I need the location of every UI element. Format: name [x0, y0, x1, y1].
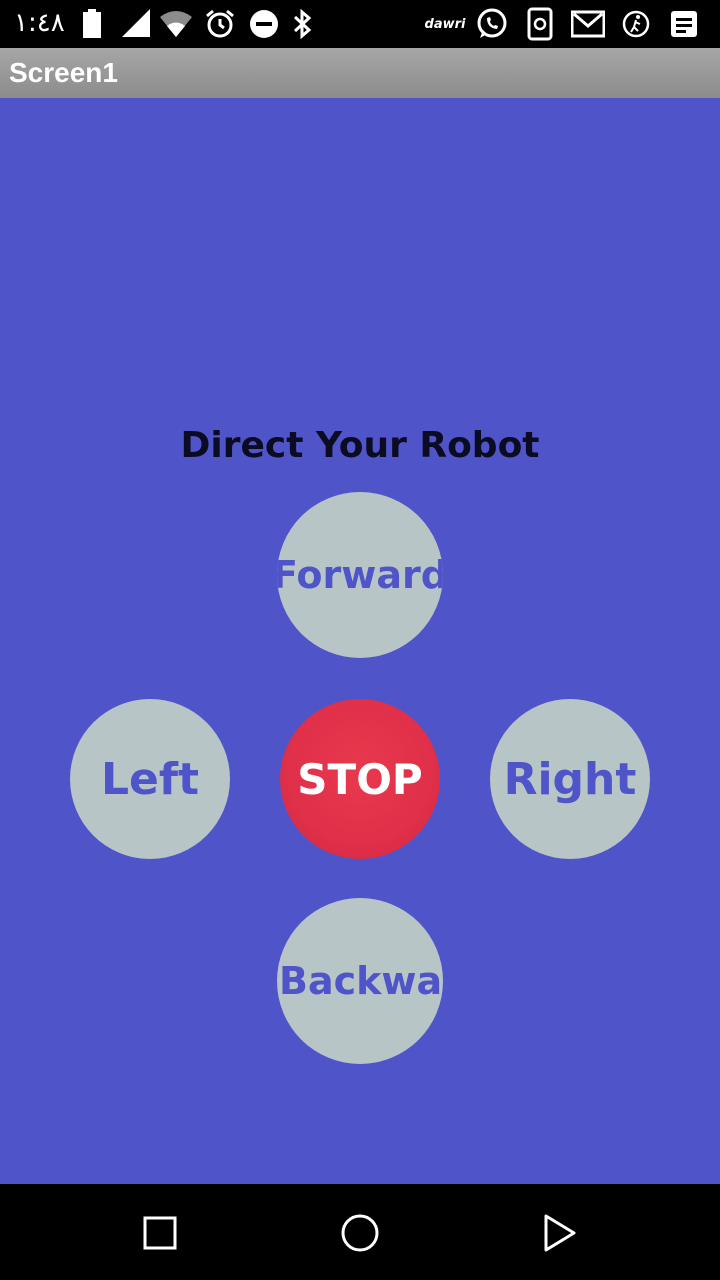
title-bar: Screen1: [0, 48, 720, 98]
do-not-disturb-icon: [246, 6, 282, 42]
signal-icon: [118, 6, 154, 42]
status-time: ١:٤٨: [14, 8, 65, 38]
fitness-icon: [618, 6, 654, 42]
backward-button[interactable]: Backward: [277, 898, 443, 1064]
left-button[interactable]: Left: [70, 699, 230, 859]
sync-icon: [522, 6, 558, 42]
back-triangle-icon[interactable]: [535, 1208, 585, 1258]
wifi-icon: [158, 6, 194, 42]
dawri-app-icon: dawri: [424, 6, 466, 42]
battery-icon: [74, 6, 110, 42]
alarm-icon: [202, 6, 238, 42]
navigation-bar: [0, 1184, 720, 1280]
status-bar: ١:٤٨ dawri: [0, 0, 720, 48]
dawri-label: dawri: [424, 16, 466, 32]
notes-icon: [666, 6, 702, 42]
recents-square-icon[interactable]: [135, 1208, 185, 1258]
robot-control-screen: Direct Your Robot Forward Left STOP Righ…: [0, 98, 720, 1184]
right-button[interactable]: Right: [490, 699, 650, 859]
stop-button[interactable]: STOP: [280, 699, 440, 859]
forward-button[interactable]: Forward: [277, 492, 443, 658]
bluetooth-icon: [284, 6, 320, 42]
whatsapp-icon: [474, 6, 510, 42]
backward-button-label: Backward: [279, 959, 443, 1003]
gmail-icon: [570, 6, 606, 42]
page-title: Direct Your Robot: [180, 425, 540, 466]
home-circle-icon[interactable]: [335, 1208, 385, 1258]
screen-title: Screen1: [9, 57, 118, 88]
